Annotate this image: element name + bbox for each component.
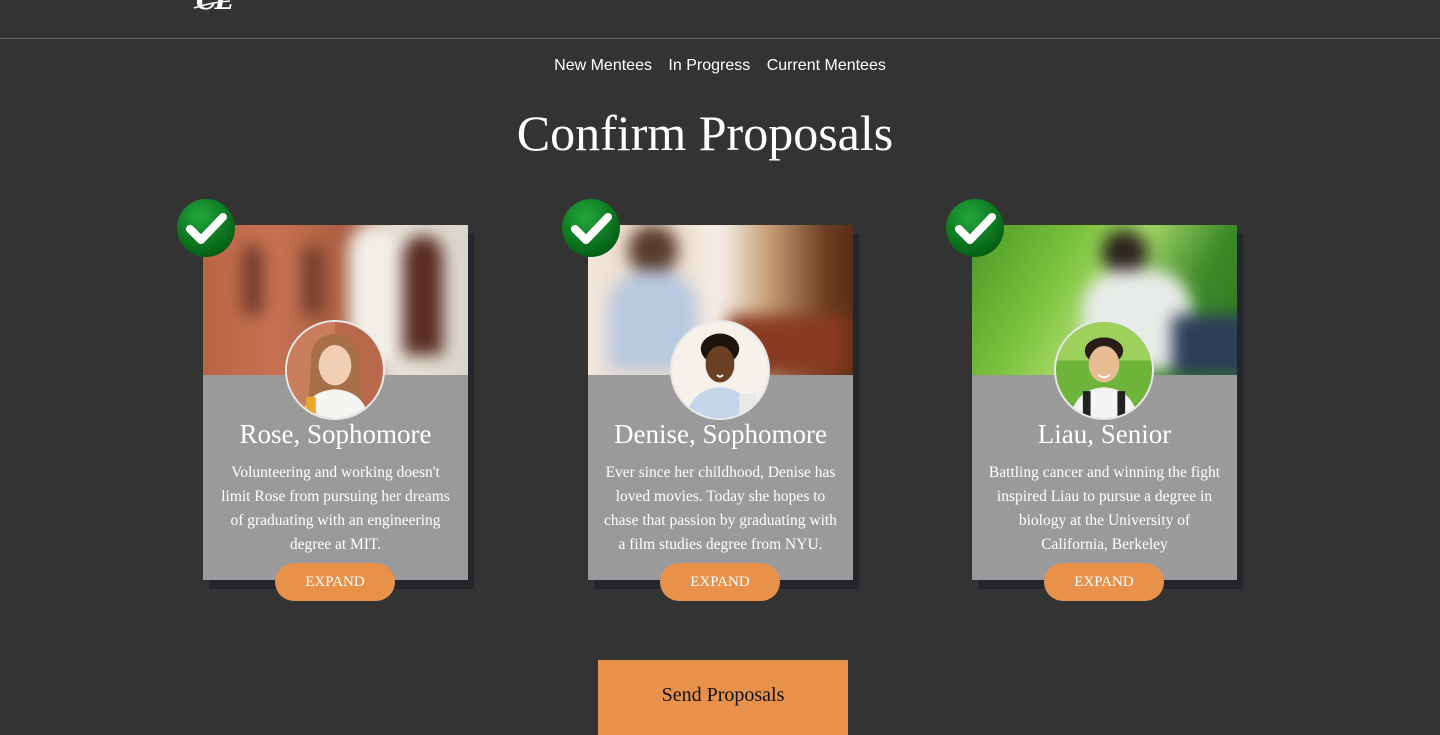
top-nav: New Mentees In Progress Current Mentees bbox=[0, 57, 1440, 75]
nav-in-progress[interactable]: In Progress bbox=[668, 57, 750, 74]
mentee-name: Denise, Sophomore bbox=[614, 419, 827, 449]
logo[interactable]: CL bbox=[196, 0, 233, 16]
avatar-denise bbox=[670, 320, 770, 420]
expand-button[interactable]: EXPAND bbox=[275, 563, 395, 601]
avatar-rose bbox=[285, 320, 385, 420]
checkmark-icon[interactable] bbox=[561, 198, 621, 258]
mentee-description: Battling cancer and winning the fight in… bbox=[988, 464, 1221, 553]
expand-button[interactable]: EXPAND bbox=[660, 563, 780, 601]
mentee-name: Liau, Senior bbox=[1037, 419, 1172, 449]
mentee-description: Volunteering and working doesn't limit R… bbox=[221, 464, 450, 553]
mentee-name: Rose, Sophomore bbox=[239, 419, 432, 449]
expand-button[interactable]: EXPAND bbox=[1044, 563, 1164, 601]
checkmark-icon[interactable] bbox=[945, 198, 1005, 258]
nav-current-mentees[interactable]: Current Mentees bbox=[767, 57, 886, 74]
avatar-liau bbox=[1054, 320, 1154, 420]
mentee-card-liau: Liau, Senior Battling cancer and winning… bbox=[946, 199, 1237, 601]
mentee-card-denise: Denise, Sophomore Ever since her childho… bbox=[562, 199, 853, 601]
mentee-description: Ever since her childhood, Denise has lov… bbox=[604, 464, 837, 553]
checkmark-icon[interactable] bbox=[176, 198, 236, 258]
page-title: Confirm Proposals bbox=[516, 105, 894, 161]
nav-new-mentees[interactable]: New Mentees bbox=[554, 57, 652, 74]
header: CL bbox=[0, 0, 1440, 39]
mentee-card-rose: Rose, Sophomore Volunteering and working… bbox=[177, 199, 468, 601]
send-proposals-button[interactable]: Send Proposals bbox=[598, 660, 848, 735]
